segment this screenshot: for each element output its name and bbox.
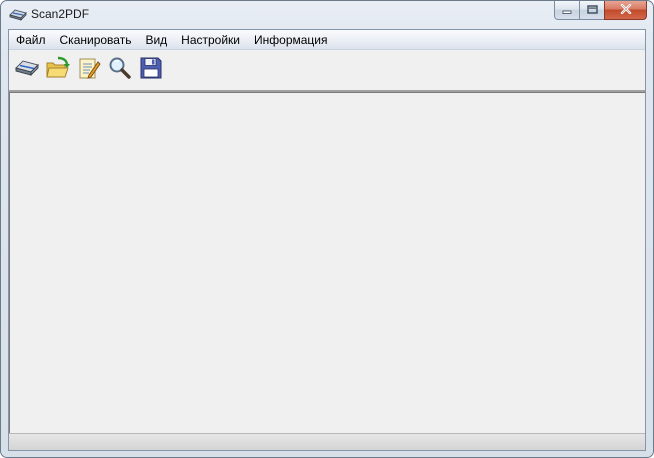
- close-icon: [620, 1, 632, 19]
- menu-info[interactable]: Информация: [247, 31, 334, 49]
- open-button[interactable]: [42, 55, 73, 85]
- status-bar: [9, 433, 645, 450]
- edit-button[interactable]: [73, 55, 104, 85]
- floppy-save-icon: [139, 56, 163, 85]
- minimize-button[interactable]: [554, 1, 580, 20]
- menu-file[interactable]: Файл: [9, 31, 53, 49]
- menu-scan[interactable]: Сканировать: [53, 31, 139, 49]
- app-window: Scan2PDF Файл Сканировать Вид Настройки …: [0, 0, 654, 458]
- minimize-icon: [562, 1, 572, 19]
- close-button[interactable]: [604, 1, 647, 20]
- toolbar: [9, 50, 645, 92]
- scanner-icon: [9, 7, 27, 23]
- client-area: Файл Сканировать Вид Настройки Информаци…: [8, 29, 646, 451]
- menu-settings[interactable]: Настройки: [174, 31, 247, 49]
- maximize-button[interactable]: [579, 1, 605, 20]
- zoom-button[interactable]: [104, 55, 135, 85]
- save-button[interactable]: [135, 55, 166, 85]
- open-folder-icon: [45, 56, 71, 85]
- document-workspace: [9, 92, 645, 435]
- scan-button[interactable]: [11, 55, 42, 85]
- magnifier-icon: [108, 56, 132, 85]
- menu-bar: Файл Сканировать Вид Настройки Информаци…: [9, 30, 645, 50]
- title-bar[interactable]: Scan2PDF: [1, 1, 653, 29]
- menu-view[interactable]: Вид: [138, 31, 174, 49]
- edit-document-icon: [77, 56, 101, 85]
- window-title: Scan2PDF: [31, 7, 90, 21]
- scanner-icon: [14, 57, 40, 84]
- caption-buttons: [554, 1, 647, 21]
- maximize-icon: [586, 1, 598, 19]
